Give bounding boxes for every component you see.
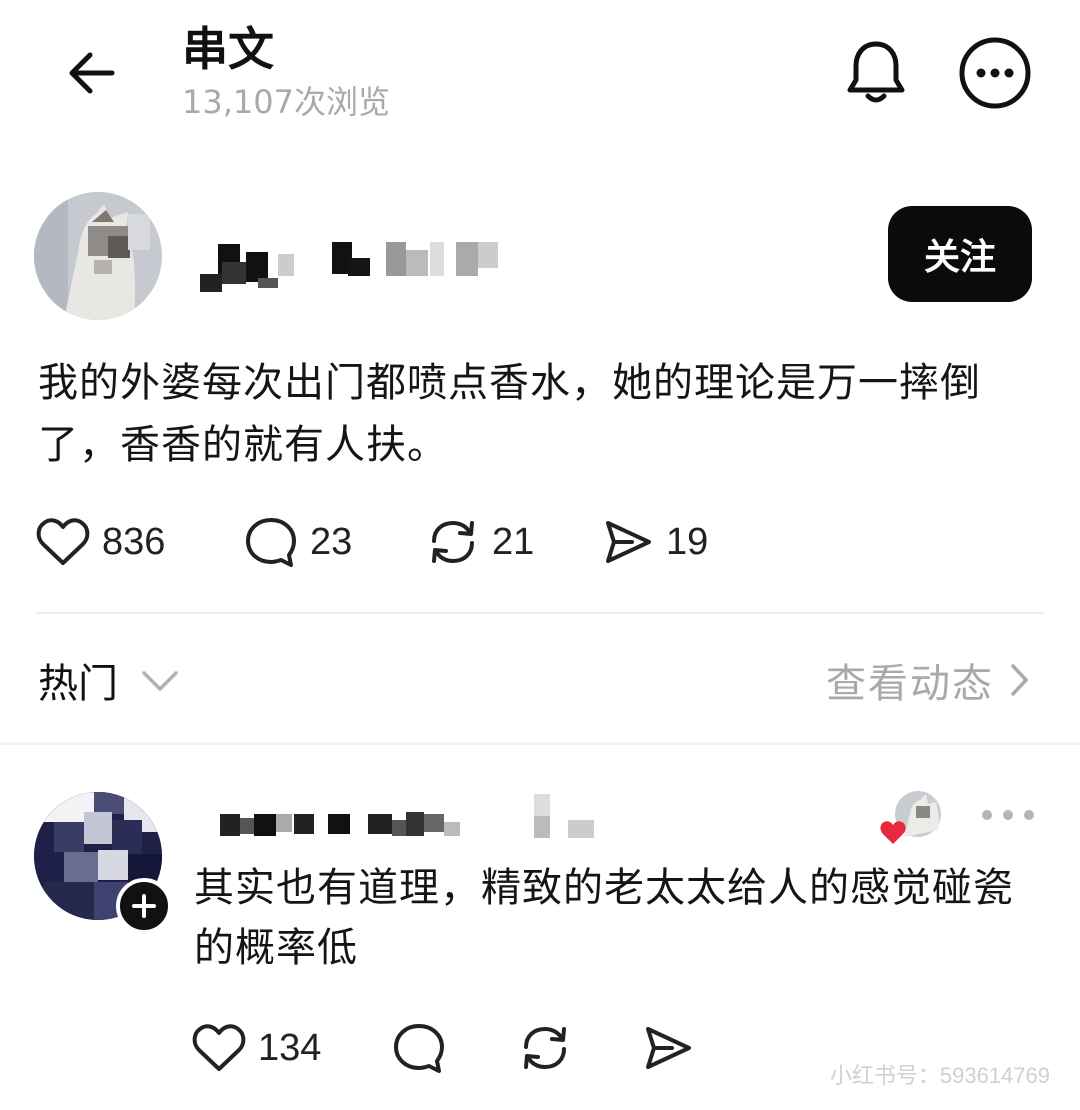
post-text: 我的外婆每次出门都喷点香水，她的理论是万一摔倒了，香香的就有人扶。 [38,360,981,468]
pixelated-name [200,242,498,292]
author-liked-indicator [878,790,948,850]
share-count: 19 [666,520,709,563]
comment-bubble-icon [246,518,296,567]
back-arrow-icon [69,52,115,94]
repost-icon [432,520,474,564]
more-options-button[interactable] [956,34,1034,112]
dot-icon [982,810,992,820]
heart-icon [36,518,90,565]
post-actions: 836 23 21 19 [36,512,796,572]
comment-like-count: 134 [258,1026,322,1069]
plus-icon [132,894,156,918]
commenter-name-pixelated[interactable] [218,792,618,842]
author-name-pixelated[interactable] [200,236,510,294]
comment-actions: 134 [192,1018,752,1078]
watermark: 小红书号：593614769 [829,1063,1050,1088]
like-count: 836 [102,520,166,563]
sort-dropdown[interactable]: 热门 [38,650,182,710]
reply-button[interactable] [392,1018,446,1078]
chevron-down-icon [142,671,178,691]
back-button[interactable] [58,40,124,106]
like-button[interactable]: 836 [36,512,165,572]
repost-icon [524,1026,566,1070]
comment-count: 23 [310,520,353,563]
divider [36,612,1044,614]
view-count: 13,107次浏览 [182,83,390,121]
comment-like-button[interactable]: 134 [192,1018,321,1078]
comment-more-button[interactable] [982,800,1034,830]
dot-icon [1024,810,1034,820]
share-button[interactable]: 19 [602,512,708,572]
add-friend-button[interactable] [116,878,172,934]
pixelated-name [220,794,594,838]
sort-label: 热门 [38,661,118,707]
notification-button[interactable] [838,34,914,110]
comment-repost-button[interactable] [518,1018,572,1078]
repost-count: 21 [492,520,535,563]
bell-icon [847,41,905,103]
heart-icon [192,1024,246,1071]
comment-bubble-icon [394,1024,444,1073]
view-activity-label: 查看动态 [826,661,994,707]
comment-button[interactable]: 23 [244,512,352,572]
dot-icon [1003,810,1013,820]
follow-button[interactable]: 关注 [888,206,1032,302]
section-divider [0,742,1080,745]
cat-photo-icon [34,192,162,320]
repost-button[interactable]: 21 [426,512,534,572]
more-circle-icon [959,37,1031,109]
author-avatar[interactable] [34,192,162,320]
heart-icon [880,821,906,844]
send-icon [606,521,651,563]
view-activity-link[interactable]: 查看动态 [826,650,1032,710]
comment-share-button[interactable] [642,1018,694,1078]
page-title: 串文 [182,22,274,76]
chevron-right-icon [1011,664,1028,696]
author-liked-avatar [880,791,941,844]
send-icon [646,1027,691,1069]
comment-text: 其实也有道理，精致的老太太给人的感觉碰瓷的概率低 [194,865,1014,971]
